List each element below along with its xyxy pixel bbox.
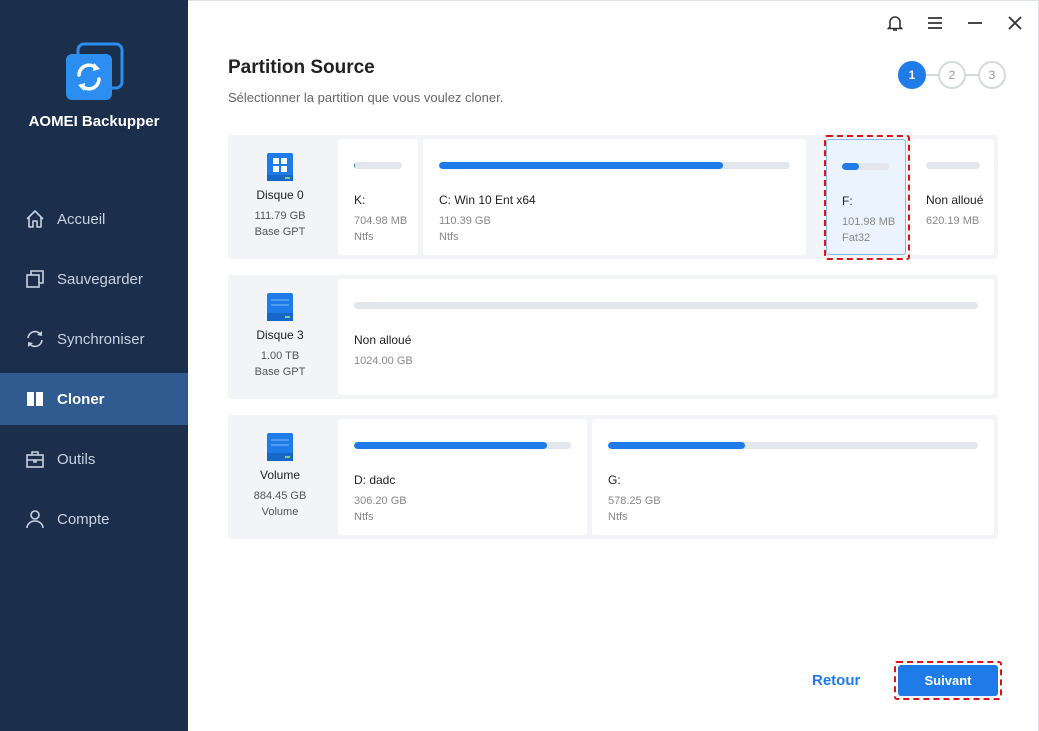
- clone-icon: [24, 388, 46, 410]
- usage-bar: [354, 302, 978, 309]
- sidebar-item-label: Accueil: [57, 210, 106, 228]
- disk-size: 111.79 GB: [254, 210, 306, 222]
- partition-name: F:: [842, 194, 853, 208]
- partition-k[interactable]: K: 704.98 MB Ntfs: [338, 139, 418, 255]
- next-button[interactable]: Suivant: [898, 665, 998, 696]
- partition-filesystem: Fat32: [842, 232, 871, 244]
- bell-icon[interactable]: [886, 13, 904, 33]
- menu-icon[interactable]: [926, 13, 944, 33]
- sidebar-item-label: Synchroniser: [57, 330, 145, 348]
- disk-row-volume: Volume 884.45 GB Volume D: dadc 306.20 G…: [228, 415, 998, 539]
- partition-g[interactable]: G: 578.25 GB Ntfs: [592, 419, 994, 535]
- sync-icon: [24, 328, 46, 350]
- disk-windows-icon: [266, 152, 294, 182]
- disk-drive-icon: [266, 292, 294, 322]
- sidebar-item-label: Sauvegarder: [57, 270, 143, 288]
- step-2: 2: [938, 61, 966, 89]
- partition-size: 101.98 MB: [842, 216, 896, 228]
- user-icon: [24, 508, 46, 530]
- sidebar-item-accueil[interactable]: Accueil: [0, 193, 188, 245]
- sidebar-item-sauvegarder[interactable]: Sauvegarder: [0, 253, 188, 305]
- partition-name: Non alloué: [926, 193, 984, 207]
- usage-bar-fill: [354, 442, 548, 449]
- sidebar-item-synchroniser[interactable]: Synchroniser: [0, 313, 188, 365]
- partition-size: 110.39 GB: [439, 215, 491, 227]
- sidebar-item-compte[interactable]: Compte: [0, 493, 188, 545]
- disk-row-disque-3: Disque 3 1.00 TB Base GPT Non alloué 102…: [228, 275, 998, 399]
- partition-name: Non alloué: [354, 333, 412, 347]
- disk-type: Volume: [261, 506, 299, 518]
- usage-bar-fill: [842, 163, 859, 170]
- partition-size: 306.20 GB: [354, 495, 407, 507]
- usage-bar: [926, 162, 980, 169]
- partition-size: 1024.00 GB: [354, 355, 413, 367]
- partition-name: K:: [354, 193, 366, 207]
- home-icon: [24, 208, 46, 230]
- sidebar-item-outils[interactable]: Outils: [0, 433, 188, 485]
- partition-filesystem: Ntfs: [608, 511, 628, 523]
- app-logo-icon: [64, 42, 124, 102]
- toolbox-icon: [24, 448, 46, 470]
- titlebar-controls: [886, 13, 1024, 33]
- page-subtitle: Sélectionner la partition que vous voule…: [228, 90, 504, 105]
- partition-f[interactable]: F: 101.98 MB Fat32: [826, 139, 906, 255]
- sidebar-nav: Accueil Sauvegarder Synchroniser Cloner …: [0, 193, 188, 553]
- disk-name: Disque 0: [256, 188, 304, 202]
- sidebar: AOMEI Backupper Accueil Sauvegarder Sync…: [0, 0, 188, 731]
- disk-name: Volume: [259, 468, 301, 482]
- partition-size: 578.25 GB: [608, 495, 661, 507]
- disk-info: Volume 884.45 GB Volume: [228, 415, 332, 539]
- sidebar-item-label: Compte: [57, 510, 110, 528]
- partition-non-alloue[interactable]: Non alloué 1024.00 GB: [338, 279, 994, 395]
- partition-name: C: Win 10 Ent x64: [439, 193, 536, 207]
- partition-name: G:: [608, 473, 621, 487]
- step-indicator: 1 2 3: [898, 61, 1006, 89]
- close-icon[interactable]: [1006, 13, 1024, 33]
- usage-bar-fill: [354, 162, 355, 169]
- partition-filesystem: Ntfs: [354, 511, 374, 523]
- main-panel: Partition Source Sélectionner la partiti…: [188, 0, 1039, 731]
- usage-bar: [354, 442, 571, 449]
- disk-size: 884.45 GB: [253, 490, 307, 502]
- page-title: Partition Source: [228, 57, 375, 78]
- app-name: AOMEI Backupper: [28, 113, 160, 130]
- step-connector: [926, 74, 938, 76]
- usage-bar: [842, 163, 889, 170]
- partition-size: 704.98 MB: [354, 215, 408, 227]
- usage-bar: [439, 162, 790, 169]
- usage-bar: [608, 442, 978, 449]
- partition-name: D: dadc: [354, 473, 396, 487]
- partition-non-alloue[interactable]: Non alloué 620.19 MB: [912, 139, 994, 255]
- partition-c[interactable]: C: Win 10 Ent x64 110.39 GB Ntfs: [423, 139, 806, 255]
- usage-bar-fill: [608, 442, 745, 449]
- disk-size: 1.00 TB: [260, 350, 300, 362]
- partition-filesystem: Ntfs: [354, 231, 374, 243]
- disk-row-disque-0: Disque 0 111.79 GB Base GPT K: 704.98 MB…: [228, 135, 998, 259]
- partition-size: 620.19 MB: [926, 215, 980, 227]
- usage-bar-fill: [439, 162, 724, 169]
- step-1: 1: [898, 61, 926, 89]
- sidebar-item-cloner[interactable]: Cloner: [0, 373, 188, 425]
- sidebar-item-label: Outils: [57, 450, 96, 468]
- disk-name: Disque 3: [256, 328, 304, 342]
- step-connector: [966, 74, 978, 76]
- minimize-icon[interactable]: [966, 13, 984, 33]
- backup-icon: [24, 268, 46, 290]
- sidebar-item-label: Cloner: [57, 390, 105, 408]
- disk-drive-icon: [266, 432, 294, 462]
- disk-info: Disque 0 111.79 GB Base GPT: [228, 135, 332, 259]
- partition-filesystem: Ntfs: [439, 231, 459, 243]
- step-3: 3: [978, 61, 1006, 89]
- disk-type: Base GPT: [254, 226, 306, 238]
- usage-bar: [354, 162, 402, 169]
- partition-d[interactable]: D: dadc 306.20 GB Ntfs: [338, 419, 587, 535]
- disk-info: Disque 3 1.00 TB Base GPT: [228, 275, 332, 399]
- disk-type: Base GPT: [254, 366, 306, 378]
- back-button[interactable]: Retour: [812, 672, 860, 689]
